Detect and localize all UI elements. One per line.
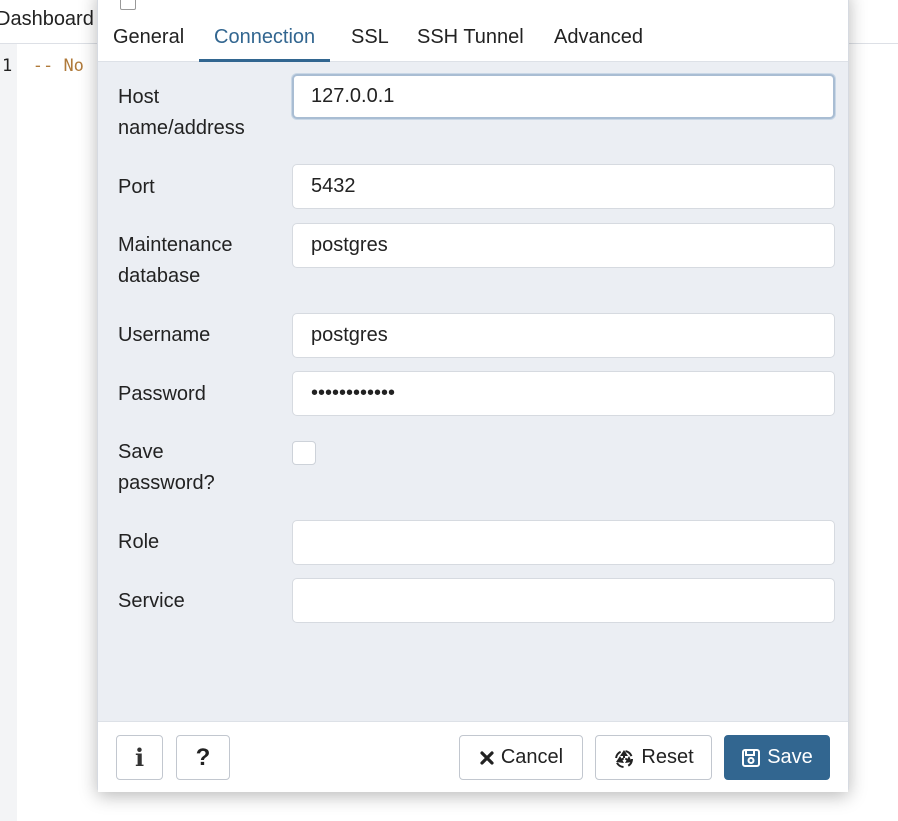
editor-line: 1 -- No	[2, 56, 84, 76]
maintenance-db-input[interactable]: postgres	[292, 223, 835, 268]
reset-button[interactable]: Reset	[595, 735, 712, 780]
port-label: Port	[118, 176, 155, 198]
password-label: Password	[118, 383, 206, 405]
username-input[interactable]: postgres	[292, 313, 835, 358]
username-label: Username	[118, 324, 211, 346]
editor-gutter	[0, 44, 17, 821]
tab-connection[interactable]: Connection	[199, 13, 331, 62]
line-text: -- No	[32, 56, 84, 76]
save-button[interactable]: Save	[724, 735, 830, 780]
role-label: Role	[118, 531, 160, 553]
cancel-label: Cancel	[500, 746, 564, 768]
save-label: Save	[767, 746, 813, 768]
password-input[interactable]: ••••••••••••	[292, 371, 835, 416]
line-number: 1	[2, 56, 13, 76]
reset-label: Reset	[641, 746, 694, 768]
close-icon	[479, 750, 495, 766]
help-button[interactable]: ?	[176, 735, 230, 780]
dialog-header	[98, 0, 848, 14]
question-icon: ?	[195, 743, 211, 771]
save-password-checkbox[interactable]	[292, 441, 316, 465]
recycle-icon	[613, 747, 635, 769]
tab-ssl[interactable]: SSL	[336, 13, 404, 59]
info-icon: i	[134, 743, 145, 772]
cancel-button[interactable]: Cancel	[459, 735, 583, 780]
dashboard-tab[interactable]: Dashboard	[0, 8, 94, 31]
save-password-label: Save password?	[118, 441, 215, 494]
floppy-disk-icon	[741, 748, 761, 768]
service-input[interactable]	[292, 578, 835, 623]
role-input[interactable]	[292, 520, 835, 565]
tab-ssh-tunnel[interactable]: SSH Tunnel	[402, 13, 539, 59]
info-button[interactable]: i	[116, 735, 163, 780]
dialog-tabs: General Connection SSL SSH Tunnel Advanc…	[98, 13, 848, 62]
maintenance-db-label: Maintenance database	[118, 234, 233, 287]
server-connection-dialog: General Connection SSL SSH Tunnel Advanc…	[97, 0, 849, 792]
host-label: Host name/address	[118, 86, 245, 139]
service-label: Service	[118, 590, 185, 612]
tab-general[interactable]: General	[98, 13, 199, 59]
dialog-footer: i ? Cancel Reset Save	[98, 721, 848, 792]
port-input[interactable]: 5432	[292, 164, 835, 209]
host-input[interactable]: 127.0.0.1	[292, 74, 835, 119]
dialog-header-icon	[120, 0, 136, 10]
tab-advanced[interactable]: Advanced	[539, 13, 658, 59]
